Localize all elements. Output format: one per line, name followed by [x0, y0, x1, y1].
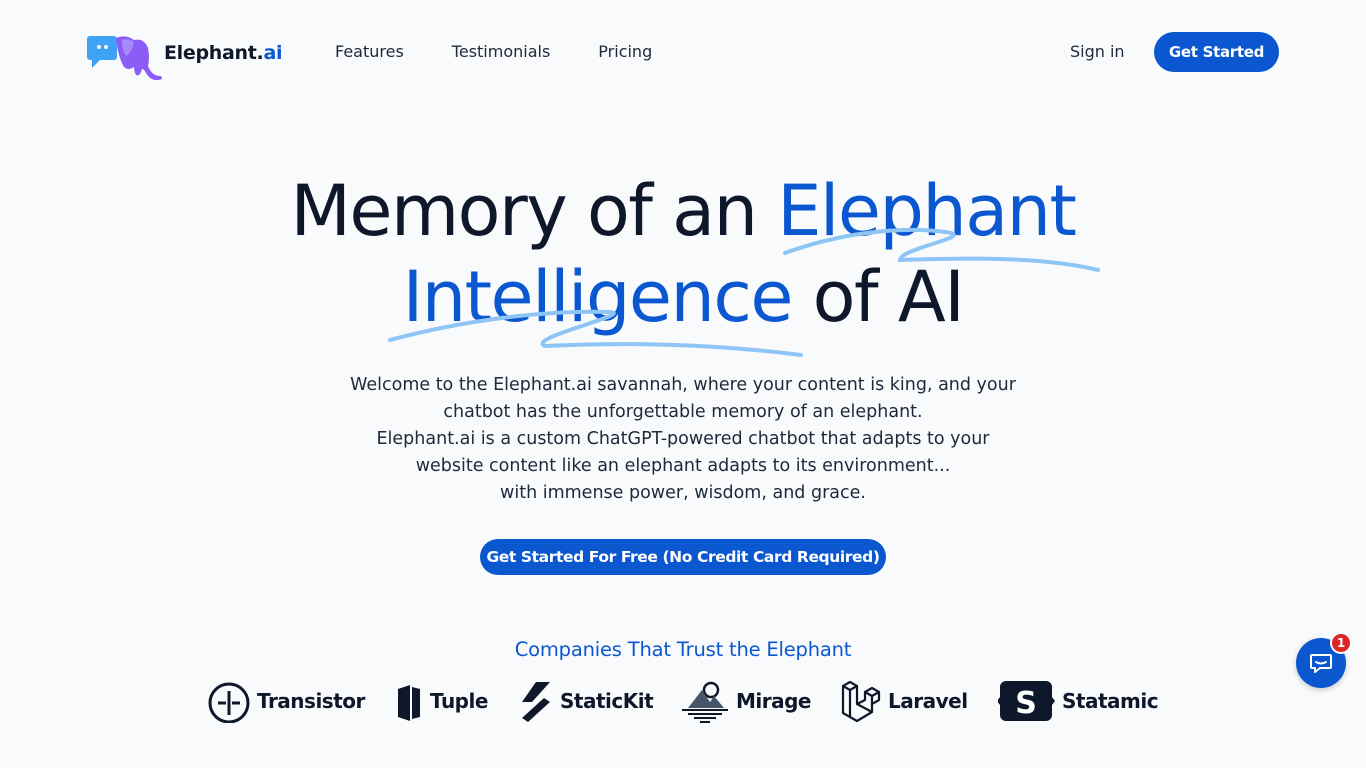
nav-link-features[interactable]: Features — [311, 38, 428, 65]
company-logo-transistor: Transistor — [207, 676, 365, 726]
company-name: Tuple — [430, 689, 488, 713]
primary-nav: Features Testimonials Pricing — [311, 38, 676, 65]
mirage-icon — [682, 681, 728, 723]
hero-description-line: with immense power, wisdom, and grace. — [500, 483, 866, 503]
company-logo-statickit: StaticKit — [518, 676, 654, 726]
hero-description-line: chatbot has the unforgettable memory of … — [443, 402, 923, 422]
top-navbar: Elephant.ai Features Testimonials Pricin… — [0, 0, 1366, 104]
brand-logo[interactable]: Elephant.ai — [86, 32, 282, 82]
notification-badge: 1 — [1330, 632, 1352, 654]
nav-link-pricing[interactable]: Pricing — [574, 38, 676, 65]
company-logo-laravel: Laravel — [840, 676, 968, 726]
hero-description-line: website content like an elephant adapts … — [415, 456, 951, 476]
hero-description-line: Welcome to the Elephant.ai savannah, whe… — [350, 375, 1016, 395]
company-name: Statamic — [1062, 689, 1159, 713]
transistor-icon — [208, 682, 250, 723]
company-logos-row: Transistor Tuple StaticKit Mirage Larave… — [0, 676, 1366, 726]
hero-headline-text-blue: Intelligence — [402, 256, 794, 338]
company-name: Mirage — [736, 689, 812, 713]
company-name: StaticKit — [560, 689, 654, 713]
statickit-icon — [522, 682, 550, 722]
trusted-companies-heading: Companies That Trust the Elephant — [514, 638, 852, 661]
company-name: Laravel — [888, 689, 968, 713]
svg-text:S: S — [1015, 686, 1037, 721]
hero-headline-text-dark: of AI — [791, 256, 965, 338]
chat-icon — [1310, 654, 1332, 673]
hero-headline: Memory of an Elephant Intelligence of AI — [0, 168, 1366, 340]
hero-headline-text-blue: Elephant — [777, 170, 1077, 252]
statamic-icon: S — [998, 681, 1055, 721]
sign-in-link[interactable]: Sign in — [1054, 38, 1141, 65]
company-name: Transistor — [257, 689, 365, 713]
company-logo-tuple: Tuple — [394, 676, 488, 726]
hero-headline-text-dark: Memory of an — [290, 170, 778, 252]
hero-headline-line-1: Memory of an Elephant — [0, 168, 1366, 254]
nav-link-testimonials[interactable]: Testimonials — [428, 38, 575, 65]
hero-description: Welcome to the Elephant.ai savannah, whe… — [283, 372, 1083, 507]
laravel-icon — [841, 680, 881, 723]
brand-name: Elephant.ai — [164, 42, 283, 64]
tuple-icon — [398, 685, 420, 721]
hero-description-line: Elephant.ai is a custom ChatGPT-powered … — [376, 429, 990, 449]
company-logo-mirage: Mirage — [680, 676, 812, 726]
get-started-free-button[interactable]: Get Started For Free (No Credit Card Req… — [480, 539, 886, 575]
hero-headline-line-2: Intelligence of AI — [0, 254, 1366, 340]
get-started-button[interactable]: Get Started — [1154, 32, 1279, 72]
elephant-chat-logo-icon — [87, 36, 162, 81]
company-logo-statamic: S Statamic — [998, 676, 1159, 726]
